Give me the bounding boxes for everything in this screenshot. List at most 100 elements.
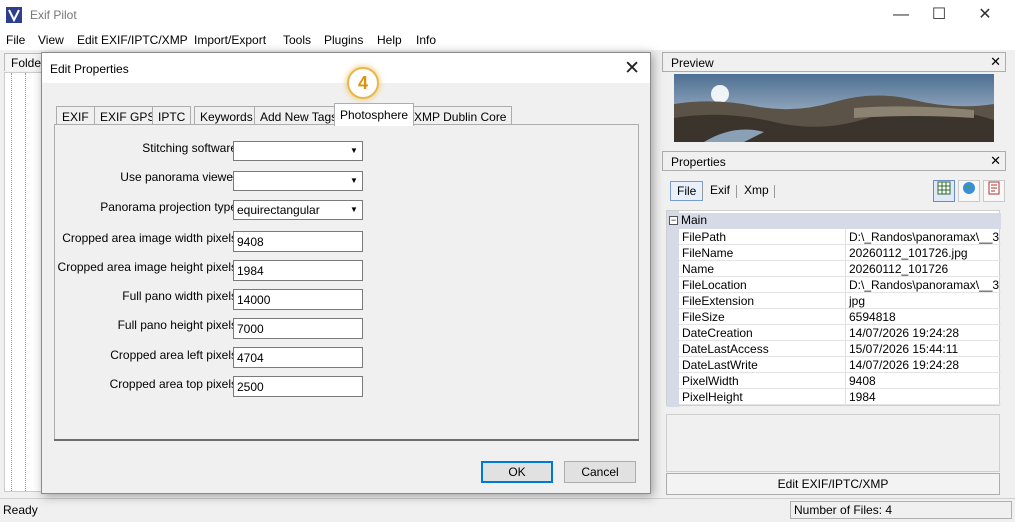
full-pano-height-input[interactable]: 7000 — [233, 318, 363, 339]
panorama-viewer-select[interactable]: ▼ — [233, 171, 363, 191]
property-description-area — [666, 414, 1000, 472]
field-label: Panorama projection type — [100, 200, 237, 214]
grid-value: 15/07/2026 15:44:11 — [849, 342, 959, 356]
cropped-top-input[interactable]: 2500 — [233, 376, 363, 397]
grid-key: FileLocation — [682, 278, 747, 292]
projection-type-select[interactable]: equirectangular ▼ — [233, 200, 363, 220]
app-title: Exif Pilot — [30, 8, 77, 22]
tab-xmp-dublin-core[interactable]: XMP Dublin Core — [408, 106, 513, 125]
field-label: Stitching software — [142, 141, 237, 155]
preview-header: Preview ✕ — [662, 52, 1006, 72]
tab-exif[interactable]: EXIF — [56, 106, 95, 125]
properties-title: Properties — [671, 155, 726, 169]
tab-add-new-tags[interactable]: Add New Tags — [254, 106, 344, 125]
grid-key: FileName — [682, 246, 734, 260]
grid-row[interactable]: PixelHeight 1984 — [679, 389, 1001, 405]
grid-key: FileSize — [682, 310, 725, 324]
grid-value: jpg — [849, 294, 866, 308]
folder-tree[interactable] — [4, 72, 44, 492]
menu-edit-exif[interactable]: Edit EXIF/IPTC/XMP — [77, 33, 188, 47]
field-label: Full pano width pixels — [122, 289, 237, 303]
properties-header: Properties ✕ — [662, 151, 1006, 171]
app-titlebar: Exif Pilot — ☐ ✕ — [0, 0, 1015, 30]
collapse-icon[interactable]: − — [669, 216, 678, 225]
tab-photosphere[interactable]: Photosphere — [334, 103, 415, 126]
dialog-close-button[interactable]: ✕ — [624, 57, 640, 80]
grid-row[interactable]: PixelWidth 9408 — [679, 373, 1001, 389]
cropped-height-input[interactable]: 1984 — [233, 260, 363, 281]
grid-row[interactable]: FileName 20260112_101726.jpg — [679, 245, 1001, 261]
report-icon[interactable] — [983, 180, 1005, 202]
edit-properties-dialog: Edit Properties ✕ 4 EXIF EXIF GPS IPTC K… — [41, 52, 651, 494]
grid-key: PixelHeight — [682, 390, 743, 404]
grid-value: D:\_Randos\panoramax\__3... — [849, 278, 999, 292]
chevron-down-icon[interactable]: ▼ — [346, 201, 362, 219]
status-text: Ready — [3, 503, 38, 517]
step-badge: 4 — [347, 67, 379, 99]
file-count: Number of Files: 4 — [790, 501, 1012, 519]
grid-key: FilePath — [682, 230, 727, 244]
menu-view[interactable]: View — [38, 33, 64, 47]
grid-key: DateLastAccess — [682, 342, 769, 356]
close-window-button[interactable]: ✕ — [962, 0, 1008, 30]
ok-button[interactable]: OK — [481, 461, 553, 483]
dialog-titlebar: Edit Properties ✕ — [42, 53, 650, 83]
grid-key: DateCreation — [682, 326, 753, 340]
grid-row[interactable]: FilePath D:\_Randos\panoramax\__3... — [679, 229, 1001, 245]
cropped-width-input[interactable]: 9408 — [233, 231, 363, 252]
cancel-button[interactable]: Cancel — [564, 461, 636, 483]
full-pano-width-input[interactable]: 14000 — [233, 289, 363, 310]
grid-row[interactable]: DateLastWrite 14/07/2026 19:24:28 — [679, 357, 1001, 373]
chevron-down-icon[interactable]: ▼ — [346, 142, 362, 160]
grid-key: Name — [682, 262, 715, 276]
grid-view-icon[interactable] — [933, 180, 955, 202]
stitching-software-select[interactable]: ▼ — [233, 141, 363, 161]
grid-row[interactable]: Name 20260112_101726 — [679, 261, 1001, 277]
grid-row[interactable]: FileExtension jpg — [679, 293, 1001, 309]
field-label: Full pano height pixels — [117, 318, 237, 332]
menu-bar: File View Edit EXIF/IPTC/XMP Import/Expo… — [0, 30, 1015, 50]
status-bar: Ready Number of Files: 4 — [0, 498, 1015, 522]
field-label: Use panorama viewer — [120, 170, 237, 184]
grid-value: 1984 — [849, 390, 876, 404]
properties-close-button[interactable]: ✕ — [990, 153, 1001, 169]
chevron-down-icon[interactable]: ▼ — [346, 172, 362, 190]
grid-value: 20260112_101726.jpg — [849, 246, 968, 260]
section-label: Main — [681, 213, 708, 227]
tab-exif[interactable]: Exif — [704, 181, 736, 201]
field-label: Cropped area top pixels — [109, 377, 237, 391]
tab-iptc[interactable]: IPTC — [152, 106, 192, 125]
preview-title: Preview — [671, 56, 714, 70]
menu-import-export[interactable]: Import/Export — [194, 33, 266, 47]
grid-row[interactable]: FileLocation D:\_Randos\panoramax\__3... — [679, 277, 1001, 293]
tab-xmp[interactable]: Xmp — [738, 181, 775, 201]
grid-key: FileExtension — [682, 294, 755, 308]
select-value: equirectangular — [237, 203, 320, 217]
preview-close-button[interactable]: ✕ — [990, 54, 1001, 70]
grid-key: DateLastWrite — [682, 358, 758, 372]
grid-value: 14/07/2026 19:24:28 — [849, 358, 960, 372]
tab-file[interactable]: File — [670, 181, 704, 201]
edit-exif-button[interactable]: Edit EXIF/IPTC/XMP — [666, 473, 1000, 495]
maximize-button[interactable]: ☐ — [916, 0, 962, 30]
menu-tools[interactable]: Tools — [283, 33, 311, 47]
grid-section-main[interactable]: − Main — [667, 213, 1001, 229]
tab-keywords[interactable]: Keywords — [194, 106, 259, 125]
grid-value: 9408 — [849, 374, 876, 388]
grid-key: PixelWidth — [682, 374, 739, 388]
globe-icon[interactable] — [958, 180, 980, 202]
grid-value: 14/07/2026 19:24:28 — [849, 326, 960, 340]
field-label: Cropped area left pixels — [110, 348, 237, 362]
field-label: Cropped area image height pixels — [57, 260, 237, 274]
grid-row[interactable]: DateCreation 14/07/2026 19:24:28 — [679, 325, 1001, 341]
cropped-left-input[interactable]: 4704 — [233, 347, 363, 368]
properties-grid[interactable]: − Main FilePath D:\_Randos\panoramax\__3.… — [666, 210, 1001, 407]
menu-help[interactable]: Help — [377, 33, 402, 47]
grid-value: D:\_Randos\panoramax\__3... — [849, 230, 999, 244]
grid-row[interactable]: DateLastAccess 15/07/2026 15:44:11 — [679, 341, 1001, 357]
menu-plugins[interactable]: Plugins — [324, 33, 363, 47]
panel-bottom-edge — [54, 439, 639, 441]
menu-info[interactable]: Info — [416, 33, 436, 47]
menu-file[interactable]: File — [6, 33, 25, 47]
grid-row[interactable]: FileSize 6594818 — [679, 309, 1001, 325]
